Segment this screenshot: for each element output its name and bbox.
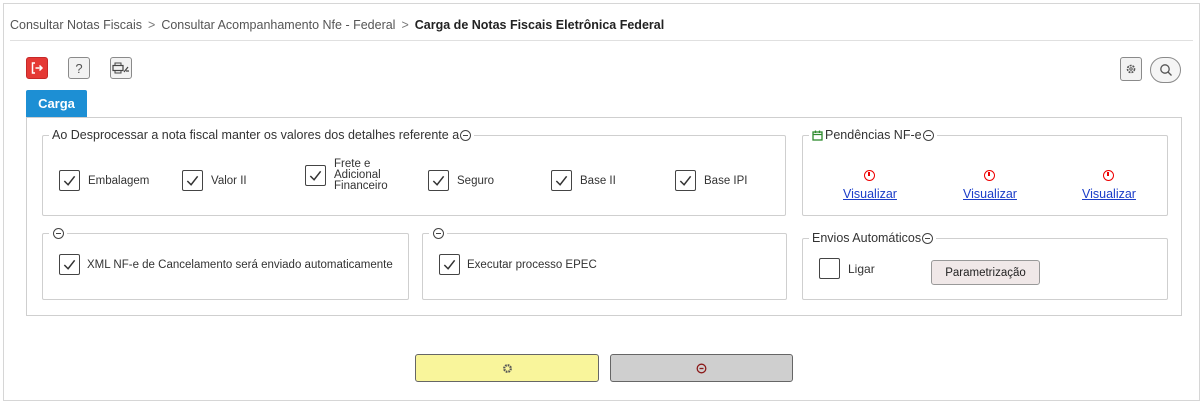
breadcrumb-separator: > — [148, 18, 156, 32]
checkbox-embalagem[interactable]: Embalagem — [59, 170, 149, 191]
warning-icon — [1103, 170, 1114, 181]
warning-icon — [984, 170, 995, 181]
exit-icon — [31, 62, 44, 74]
checkbox-base-ipi[interactable]: Base IPI — [675, 170, 747, 191]
printer-settings-icon — [112, 62, 129, 74]
check-icon — [63, 259, 76, 270]
detalhes-legend-text: Ao Desprocessar a nota fiscal manter os … — [52, 128, 460, 142]
checkbox-label: Ligar — [848, 261, 875, 276]
checkbox-box[interactable] — [59, 170, 80, 191]
collapse-envios-icon[interactable] — [922, 232, 934, 244]
checkbox-valor-ii[interactable]: Valor II — [182, 170, 247, 191]
check-icon — [443, 259, 456, 270]
settings-button[interactable] — [1120, 57, 1142, 81]
breadcrumb-divider — [10, 40, 1193, 41]
checkbox-box[interactable] — [182, 170, 203, 191]
checkbox-box[interactable] — [59, 254, 80, 275]
check-icon — [63, 175, 76, 186]
tab-carga[interactable]: Carga — [26, 90, 87, 117]
checkbox-ligar[interactable]: Ligar — [819, 258, 875, 279]
check-icon — [555, 175, 568, 186]
checkbox-box[interactable] — [675, 170, 696, 191]
breadcrumb-item-consultar-acompanhamento[interactable]: Consultar Acompanhamento Nfe - Federal — [161, 18, 395, 32]
gear-icon — [1126, 64, 1136, 74]
collapse-epec-icon[interactable] — [433, 228, 444, 239]
search-button[interactable] — [1150, 57, 1181, 83]
collapse-cancelamento-icon[interactable] — [53, 228, 64, 239]
check-icon — [186, 175, 199, 186]
checkbox-label: Base II — [580, 174, 616, 187]
checkbox-label: Valor II — [211, 174, 247, 187]
pendencias-legend: Pendências NF-e — [809, 128, 937, 142]
print-button[interactable] — [110, 57, 132, 79]
envios-legend-text: Envios Automáticos — [812, 231, 922, 245]
checkbox-seguro[interactable]: Seguro — [428, 170, 494, 191]
breadcrumb: Consultar Notas Fiscais > Consultar Acompa… — [10, 18, 664, 32]
visualizar-link-3[interactable]: Visualizar — [1082, 187, 1136, 201]
epec-legend — [429, 228, 447, 239]
collapse-pendencias-icon[interactable] — [922, 129, 934, 141]
checkbox-epec[interactable]: Executar processo EPEC — [439, 254, 597, 275]
check-icon — [679, 175, 692, 186]
checkbox-box[interactable] — [819, 258, 840, 279]
checkbox-xml-cancelamento[interactable]: XML NF-e de Cancelamento será enviado au… — [59, 254, 393, 275]
check-icon — [309, 170, 322, 181]
parametrizacao-button[interactable]: Parametrização — [931, 260, 1040, 285]
check-icon — [432, 175, 445, 186]
checkbox-frete[interactable]: Frete e Adicional Financeiro — [305, 158, 396, 192]
checkbox-box[interactable] — [439, 254, 460, 275]
cancel-icon — [696, 363, 707, 373]
checkbox-label: Executar processo EPEC — [467, 258, 597, 271]
help-button[interactable]: ? — [68, 57, 90, 79]
breadcrumb-current: Carga de Notas Fiscais Eletrônica Federa… — [414, 18, 665, 32]
calendar-icon — [812, 130, 823, 141]
checkbox-label: XML NF-e de Cancelamento será enviado au… — [87, 258, 393, 271]
cancelamento-legend — [49, 228, 67, 239]
cancel-button[interactable] — [610, 354, 793, 382]
envios-legend: Envios Automáticos — [809, 231, 936, 245]
pendencias-legend-text: Pendências NF-e — [825, 128, 922, 142]
gear-icon — [502, 363, 512, 373]
checkbox-box[interactable] — [551, 170, 572, 191]
detalhes-legend: Ao Desprocessar a nota fiscal manter os … — [49, 128, 474, 142]
execute-button[interactable] — [415, 354, 599, 382]
checkbox-base-ii[interactable]: Base II — [551, 170, 616, 191]
checkbox-label: Embalagem — [88, 174, 150, 187]
breadcrumb-item-consultar-notas[interactable]: Consultar Notas Fiscais — [10, 18, 142, 32]
checkbox-box[interactable] — [428, 170, 449, 191]
checkbox-label: Frete e Adicional Financeiro — [334, 158, 388, 192]
warning-icon — [864, 170, 875, 181]
help-label: ? — [75, 60, 83, 76]
checkbox-label: Base IPI — [704, 174, 748, 187]
exit-button[interactable] — [26, 57, 48, 79]
visualizar-link-2[interactable]: Visualizar — [963, 187, 1017, 201]
visualizar-link-1[interactable]: Visualizar — [843, 187, 897, 201]
collapse-detalhes-icon[interactable] — [460, 129, 472, 141]
checkbox-box[interactable] — [305, 165, 326, 186]
breadcrumb-separator: > — [401, 18, 409, 32]
checkbox-label: Seguro — [457, 174, 495, 187]
search-icon — [1159, 64, 1172, 76]
